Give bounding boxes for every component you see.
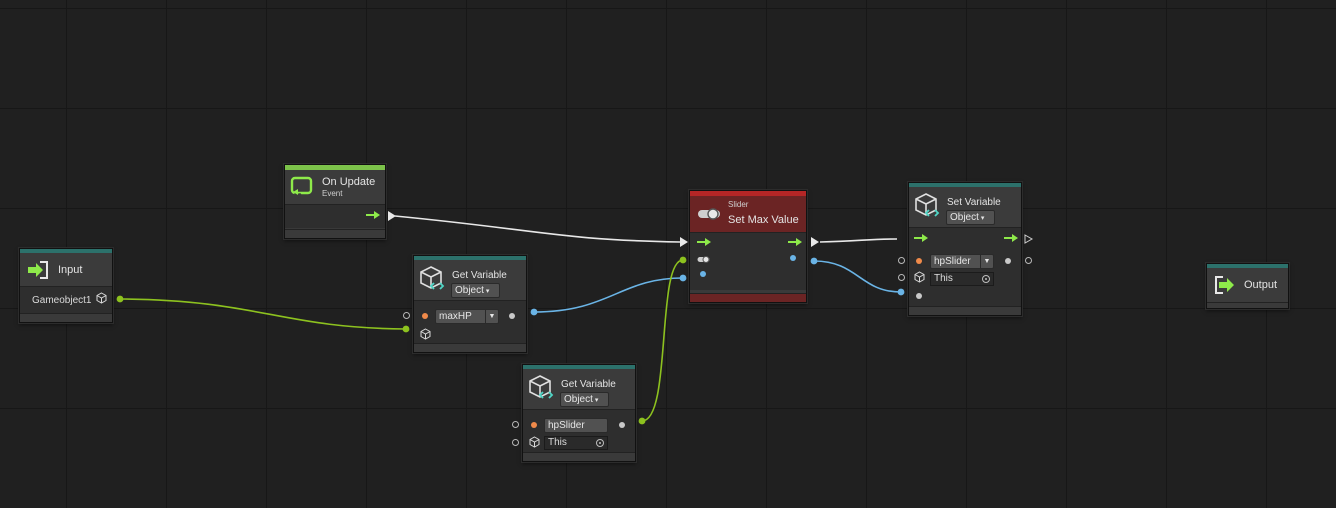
type-dropdown[interactable]: Object ▾ bbox=[451, 283, 500, 298]
node-title: On Update bbox=[322, 176, 376, 188]
name-input-port[interactable] bbox=[403, 312, 410, 319]
name-input-port[interactable] bbox=[898, 257, 905, 264]
node-category: Slider bbox=[728, 200, 749, 209]
type-value: Object bbox=[455, 285, 484, 296]
target-picker-icon[interactable] bbox=[982, 275, 990, 283]
set-variable-node[interactable]: Set Variable Object ▾ hpSlider ▼ This bbox=[898, 182, 1032, 316]
output-node[interactable]: Output bbox=[1206, 263, 1289, 309]
cube-icon bbox=[914, 271, 925, 283]
get-variable-hpslider-node[interactable]: Get Variable Object ▾ hpSlider This bbox=[512, 364, 636, 462]
value-output-port[interactable] bbox=[1005, 258, 1011, 264]
value-input-port[interactable] bbox=[700, 271, 706, 277]
variable-name-dropdown[interactable]: maxHP ▼ bbox=[435, 309, 499, 324]
cube-code-icon bbox=[529, 375, 554, 399]
wire-slider-to-setvar-value bbox=[813, 260, 902, 293]
toggle-slider-icon bbox=[698, 208, 720, 220]
target-input-port[interactable] bbox=[898, 274, 905, 281]
flow-out-arrow-icon bbox=[1004, 234, 1018, 242]
flow-in-arrow-icon bbox=[914, 234, 928, 242]
value-output-port[interactable] bbox=[509, 313, 515, 319]
exit-arrow-icon bbox=[1215, 276, 1234, 294]
string-port-dot bbox=[531, 422, 537, 428]
node-title: Get Variable bbox=[561, 379, 616, 390]
target-field[interactable]: This bbox=[544, 436, 608, 450]
input-node[interactable]: Input Gameobject1 bbox=[19, 248, 113, 323]
value-output-port[interactable] bbox=[619, 422, 625, 428]
string-port-dot bbox=[916, 258, 922, 264]
node-title: Get Variable bbox=[452, 270, 507, 281]
node-title: Set Variable bbox=[947, 197, 1001, 208]
enter-arrow-icon bbox=[28, 261, 48, 279]
slider-set-max-value-node[interactable]: Slider Set Max Value bbox=[689, 190, 807, 303]
flow-out-port[interactable] bbox=[388, 211, 396, 221]
flow-out-port[interactable] bbox=[811, 237, 819, 247]
get-variable-maxhp-node[interactable]: Get Variable Object ▾ maxHP ▼ bbox=[403, 255, 527, 353]
toggle-slider-icon bbox=[697, 256, 710, 263]
name-input-port[interactable] bbox=[512, 421, 519, 428]
wire-hpslider-to-slider bbox=[641, 259, 684, 422]
flow-out-port-icon[interactable] bbox=[1024, 234, 1034, 244]
type-dropdown[interactable]: Object ▾ bbox=[946, 210, 995, 225]
type-dropdown[interactable]: Object ▾ bbox=[560, 392, 609, 407]
value-output-port-2[interactable] bbox=[1025, 257, 1032, 264]
flow-out-arrow-icon bbox=[366, 211, 380, 219]
node-title: Set Max Value bbox=[728, 214, 799, 226]
node-subtitle: Event bbox=[322, 189, 343, 198]
cube-code-icon bbox=[915, 193, 940, 217]
cube-icon bbox=[420, 328, 431, 340]
flow-in-arrow-icon bbox=[697, 238, 711, 246]
target-input-port[interactable] bbox=[512, 439, 519, 446]
connection-wires bbox=[116, 215, 905, 425]
flow-out-arrow-icon bbox=[788, 238, 802, 246]
node-title: Input bbox=[58, 264, 83, 276]
variable-name-dropdown[interactable]: hpSlider ▼ bbox=[930, 254, 994, 269]
slider-output-port[interactable] bbox=[790, 255, 796, 261]
variable-name: hpSlider bbox=[548, 420, 585, 431]
flow-wire-slider-to-setvar bbox=[819, 238, 898, 243]
on-update-node[interactable]: On Update Event bbox=[284, 164, 386, 239]
target-picker-icon[interactable] bbox=[596, 439, 604, 447]
cube-icon bbox=[96, 292, 107, 304]
type-value: Object bbox=[950, 212, 979, 223]
string-port-dot bbox=[422, 313, 428, 319]
target-value: This bbox=[934, 273, 953, 284]
node-title: Output bbox=[1244, 279, 1278, 291]
wire-gameobject-to-getvar bbox=[119, 298, 407, 330]
loop-arrow-icon bbox=[290, 176, 313, 199]
wire-maxhp-to-slider bbox=[533, 277, 684, 313]
flow-in-port[interactable] bbox=[680, 237, 688, 247]
variable-name: maxHP bbox=[439, 311, 472, 322]
port-label: Gameobject1 bbox=[32, 295, 92, 306]
target-value: This bbox=[548, 437, 567, 448]
target-field[interactable]: This bbox=[930, 272, 994, 286]
variable-name-dropdown[interactable]: hpSlider bbox=[544, 418, 608, 433]
cube-code-icon bbox=[420, 266, 445, 290]
value-input-port[interactable] bbox=[916, 293, 922, 299]
flow-wire-update-to-slider bbox=[394, 215, 681, 243]
type-value: Object bbox=[564, 394, 593, 405]
cube-icon bbox=[529, 436, 540, 448]
variable-name: hpSlider bbox=[934, 256, 971, 267]
